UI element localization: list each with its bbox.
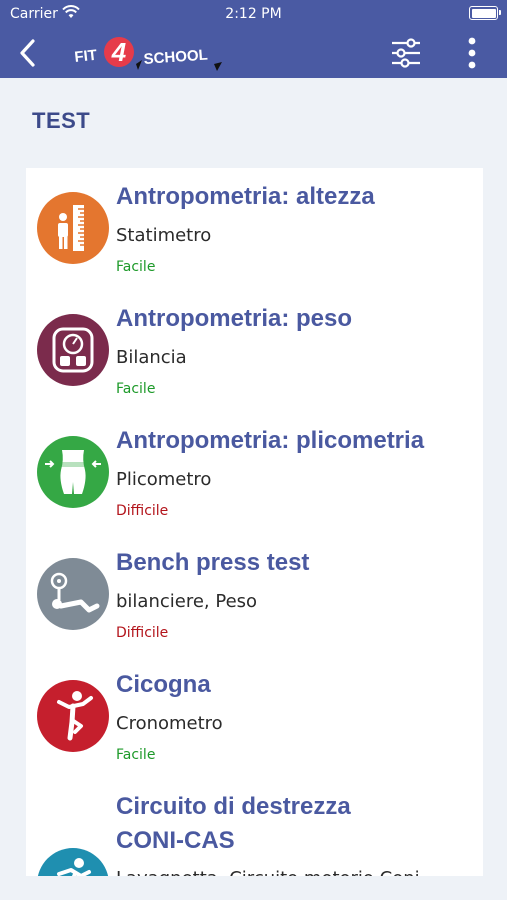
test-name: Antropometria: altezza (116, 183, 375, 210)
list-item[interactable]: Antropometria: peso Bilancia Facile (26, 290, 483, 412)
test-equipment: Lavagnetta, Circuito motorio Coni (116, 868, 476, 876)
test-level: Difficile (116, 625, 169, 641)
section-title: TEST (32, 108, 91, 133)
scale-icon (37, 314, 109, 386)
test-name-line2: CONI-CAS (116, 827, 235, 854)
height-measure-icon (37, 192, 109, 264)
logo-part2: SCHOOL (143, 47, 208, 68)
logo-part1: FIT (74, 47, 98, 66)
test-list: Antropometria: altezza Statimetro Facile… (26, 168, 483, 876)
back-button[interactable] (10, 35, 44, 71)
filter-button[interactable] (386, 34, 426, 72)
test-name: Antropometria: peso (116, 305, 353, 332)
body-measure-icon (37, 436, 109, 508)
test-name-line1: Circuito di destrezza (116, 793, 351, 820)
logo-digit: 4 (111, 37, 127, 67)
test-level: Facile (116, 747, 156, 763)
list-item[interactable]: Antropometria: plicometria Plicometro Di… (26, 412, 483, 534)
nav-bar: FIT 4 SCHOOL (0, 28, 507, 78)
bench-press-icon (37, 558, 109, 630)
test-level: Facile (116, 381, 156, 397)
sliders-icon (392, 38, 420, 68)
test-name: Antropometria: plicometria (116, 427, 425, 454)
test-level: Difficile (116, 503, 169, 519)
chevron-left-icon (20, 39, 35, 67)
test-equipment: Bilancia (116, 347, 187, 368)
list-item[interactable]: Cicogna Cronometro Facile (26, 656, 483, 778)
test-equipment: bilanciere, Peso (116, 591, 258, 612)
battery-icon (469, 6, 501, 20)
more-button[interactable] (458, 34, 486, 72)
runner-icon (37, 848, 109, 876)
list-item[interactable]: Bench press test bilanciere, Peso Diffic… (26, 534, 483, 656)
test-equipment: Plicometro (116, 469, 212, 490)
list-item[interactable]: Circuito di destrezza CONI-CAS Lavagnett… (26, 778, 483, 876)
test-equipment: Statimetro (116, 225, 212, 246)
test-equipment: Cronometro (116, 713, 223, 734)
test-name: Bench press test (116, 549, 310, 576)
status-time: 2:12 PM (225, 6, 282, 22)
balance-pose-icon (37, 680, 109, 752)
list-item[interactable]: Antropometria: altezza Statimetro Facile (26, 168, 483, 290)
vertical-dots-icon (468, 37, 476, 69)
app-logo: FIT 4 SCHOOL (74, 33, 224, 73)
test-level: Facile (116, 259, 156, 275)
test-name: Cicogna (116, 671, 211, 698)
status-bar: Carrier 2:12 PM (0, 0, 507, 28)
